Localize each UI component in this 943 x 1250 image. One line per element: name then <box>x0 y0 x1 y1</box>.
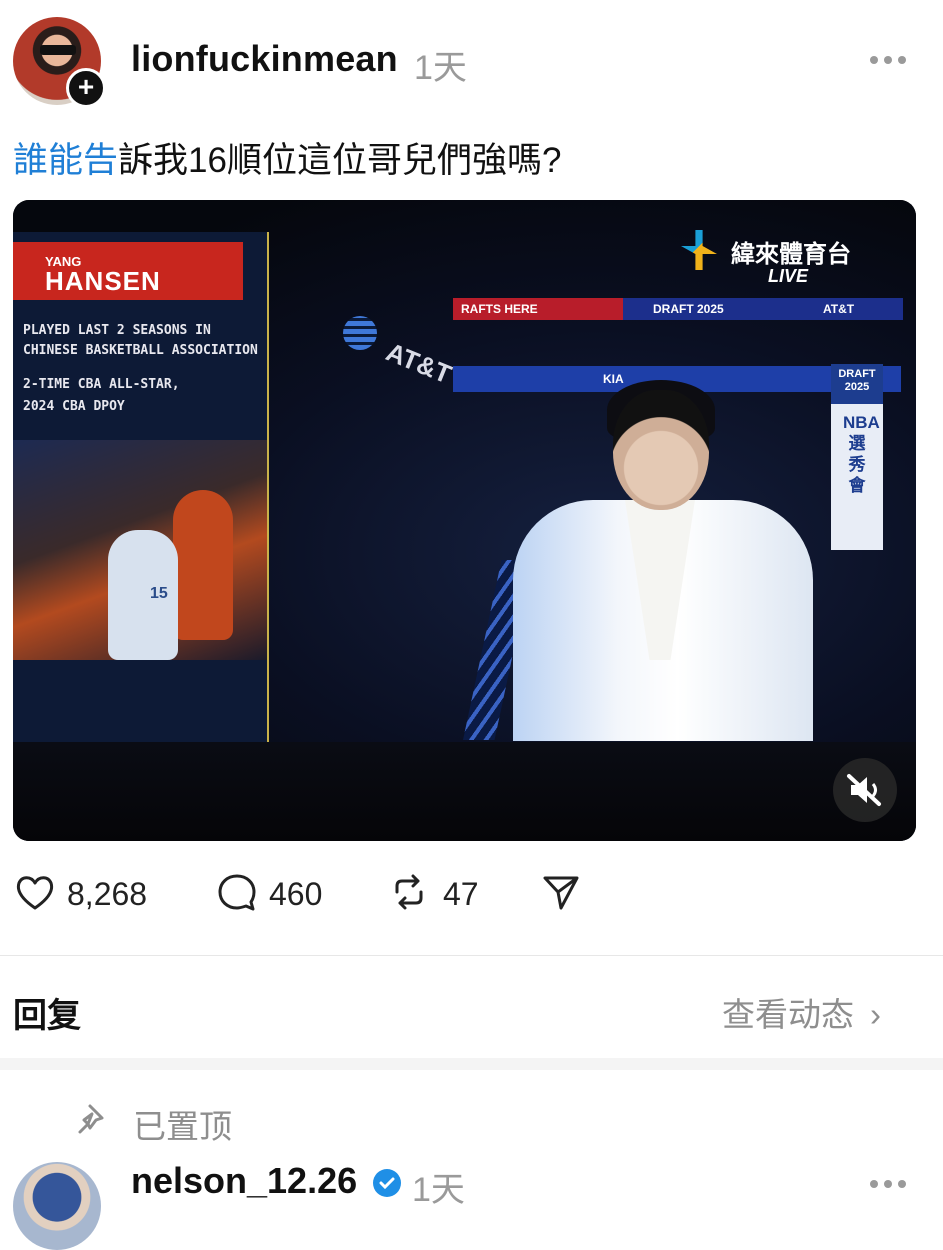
mute-button[interactable] <box>833 758 897 822</box>
speaker-muted-icon <box>847 774 881 806</box>
more-options-icon[interactable] <box>870 50 910 70</box>
author-username[interactable]: lionfuckinmean <box>131 38 398 80</box>
share-icon[interactable] <box>541 870 581 914</box>
draft-banner-vertical-text: NBA選秀會 <box>843 413 880 495</box>
player-head <box>613 390 709 510</box>
avatar-sunglasses <box>40 45 76 55</box>
att-globe-icon <box>343 316 377 350</box>
replies-title: 回复 <box>13 997 81 1035</box>
defender-figure <box>173 490 233 640</box>
video-player[interactable]: RAFTS HERE DRAFT 2025 AT&T KIA AT&T 緯來體育… <box>13 200 916 841</box>
post-text-link[interactable]: 誰能告 <box>13 141 118 180</box>
pin-icon <box>78 1104 104 1134</box>
panel-line-2: CHINESE BASKETBALL ASSOCIATION <box>23 343 258 358</box>
view-activity-link[interactable]: 查看动态 › <box>722 988 881 1036</box>
follow-plus-icon[interactable]: + <box>66 68 106 108</box>
view-activity-label: 查看动态 <box>722 996 854 1033</box>
likes-count: 8,268 <box>67 876 148 912</box>
pinned-label: 已置顶 <box>133 1108 232 1145</box>
reply-time: 1天 <box>412 1171 465 1209</box>
chevron-right-icon: › <box>870 996 881 1033</box>
reply-more-options-icon[interactable] <box>870 1174 910 1194</box>
divider <box>0 955 943 956</box>
reply-username[interactable]: nelson_12.26 <box>131 1160 357 1202</box>
post-text: 誰能告訴我16順位這位哥兒們強嗎? <box>13 132 561 183</box>
reposts-count: 47 <box>443 876 479 912</box>
player-last-name: HANSEN <box>45 266 161 296</box>
jersey-number: 15 <box>150 585 168 602</box>
ribbon-bottom-text: KIA <box>603 372 624 386</box>
post-text-body: 訴我16順位這位哥兒們強嗎? <box>118 141 562 180</box>
ribbon-top-left-text: RAFTS HERE <box>461 302 538 316</box>
broadcaster-name: 緯來體育台 <box>731 241 851 268</box>
repost-icon[interactable] <box>387 870 431 914</box>
stage-floor <box>13 742 916 841</box>
panel-line-1: PLAYED LAST 2 SEASONS IN <box>23 323 211 338</box>
panel-line-4: 2024 CBA DPOY <box>23 399 125 414</box>
comment-icon[interactable] <box>215 870 259 914</box>
reply-avatar[interactable] <box>13 1162 101 1250</box>
live-label: LIVE <box>768 266 809 286</box>
panel-line-3: 2-TIME CBA ALL-STAR, <box>23 377 180 392</box>
draft-banner-top: DRAFT 2025 <box>831 364 883 404</box>
panel-divider <box>267 232 269 742</box>
arena-ribbon-top: RAFTS HERE DRAFT 2025 AT&T <box>453 298 903 320</box>
section-divider <box>0 1058 943 1070</box>
verified-badge-icon <box>373 1169 401 1197</box>
heart-icon[interactable] <box>13 870 57 914</box>
ribbon-top-right-text: AT&T <box>823 302 855 316</box>
post-time: 1天 <box>414 49 467 87</box>
ribbon-top-mid-text: DRAFT 2025 <box>653 302 724 316</box>
comments-count: 460 <box>269 876 323 912</box>
